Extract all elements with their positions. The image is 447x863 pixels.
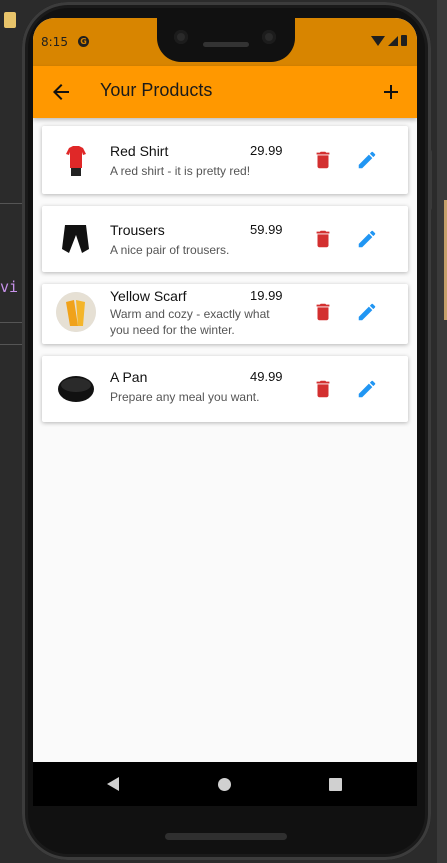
nav-recent-apps-icon[interactable] [329,778,342,791]
list-item: Yellow Scarf 19.99 Warm and cozy - exact… [42,284,408,344]
phone-screen: 8:15 G Your Products Red Shirt 29.99 A r… [33,18,417,806]
product-name: Yellow Scarf [110,288,187,304]
yellow-scarf-image [56,292,96,332]
status-time: 8:15 [41,35,68,49]
edit-icon[interactable] [356,228,378,250]
pan-image [56,369,96,409]
product-description: A red shirt - it is pretty red! [110,164,251,178]
list-item: Red Shirt 29.99 A red shirt - it is pret… [42,126,408,194]
product-price: 19.99 [250,288,283,303]
android-nav-bar [33,762,417,806]
wifi-icon [371,35,385,46]
ide-divider [0,344,22,345]
signal-icon [388,35,398,46]
product-description: Warm and cozy - exactly what you need fo… [110,307,270,337]
file-icon [4,12,16,28]
phone-side-button [428,150,432,210]
front-camera-icon [174,30,188,44]
product-description: Prepare any meal you want. [110,390,260,404]
ide-sidebar [0,0,22,863]
ide-code-fragment: vi [0,278,19,296]
edit-icon[interactable] [356,378,378,400]
ide-divider [0,322,22,323]
red-shirt-image [56,140,96,180]
product-description: A nice pair of trousers. [110,243,230,257]
status-bar: 8:15 G [33,18,417,66]
ide-divider [0,203,22,204]
battery-icon [401,35,407,46]
delete-icon[interactable] [312,149,334,171]
product-list: Red Shirt 29.99 A red shirt - it is pret… [42,126,408,434]
product-name: A Pan [110,369,148,385]
delete-icon[interactable] [312,301,334,323]
nav-home-icon[interactable] [218,778,231,791]
camera-notch [157,18,295,62]
delete-icon[interactable] [312,378,334,400]
ide-right-panel [437,0,447,863]
earpiece-speaker [203,42,249,47]
trousers-image [56,219,96,259]
status-icons [371,35,407,46]
delete-icon[interactable] [312,228,334,250]
bottom-speaker [165,833,287,840]
list-item: Trousers 59.99 A nice pair of trousers. [42,206,408,272]
add-icon[interactable] [379,80,403,104]
edit-icon[interactable] [356,301,378,323]
g-icon: G [78,36,89,47]
edit-icon[interactable] [356,149,378,171]
product-name: Trousers [110,222,165,238]
arrow-back-icon[interactable] [49,80,73,104]
page-title: Your Products [100,80,213,100]
product-price: 49.99 [250,369,283,384]
product-name: Red Shirt [110,143,169,159]
nav-back-icon[interactable] [107,777,119,791]
app-bar: Your Products [33,66,417,118]
product-price: 59.99 [250,222,283,237]
front-camera-icon [262,30,276,44]
product-price: 29.99 [250,143,283,158]
list-item: A Pan 49.99 Prepare any meal you want. [42,356,408,422]
